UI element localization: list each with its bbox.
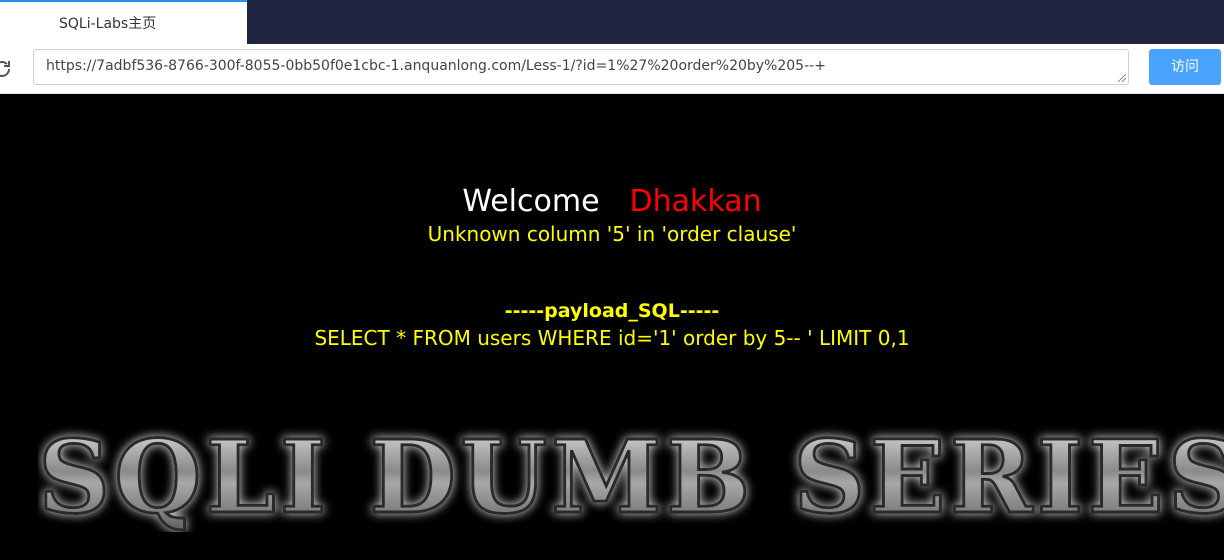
reload-icon[interactable] xyxy=(0,57,14,81)
url-text: https://7adbf536-8766-300f-8055-0bb50f0e… xyxy=(46,58,826,74)
tab-sqli-labs[interactable]: SQLi-Labs主页 xyxy=(0,0,247,44)
go-button[interactable]: 访问 xyxy=(1149,49,1221,85)
resize-grip-icon[interactable] xyxy=(1116,72,1126,82)
banner-logo: SQLI DUMB SERIES-1 xyxy=(38,422,1224,532)
user-name: Dhakkan xyxy=(629,184,762,219)
sql-query: SELECT * FROM users WHERE id='1' order b… xyxy=(314,326,910,350)
url-input[interactable]: https://7adbf536-8766-300f-8055-0bb50f0e… xyxy=(33,49,1129,85)
payload-title: -----payload_SQL----- xyxy=(504,300,720,322)
welcome-text: Welcome xyxy=(462,184,600,219)
tab-title: SQLi-Labs主页 xyxy=(59,16,157,32)
welcome-line: Welcome Dhakkan xyxy=(0,182,1224,222)
banner-text: SQLI DUMB SERIES-1 xyxy=(38,422,1224,532)
page-content: Welcome Dhakkan Unknown column '5' in 'or… xyxy=(0,94,1224,560)
tab-bar: SQLi-Labs主页 xyxy=(0,0,1224,44)
browser-toolbar: https://7adbf536-8766-300f-8055-0bb50f0e… xyxy=(0,44,1224,94)
error-message: Unknown column '5' in 'order clause' xyxy=(427,222,797,246)
